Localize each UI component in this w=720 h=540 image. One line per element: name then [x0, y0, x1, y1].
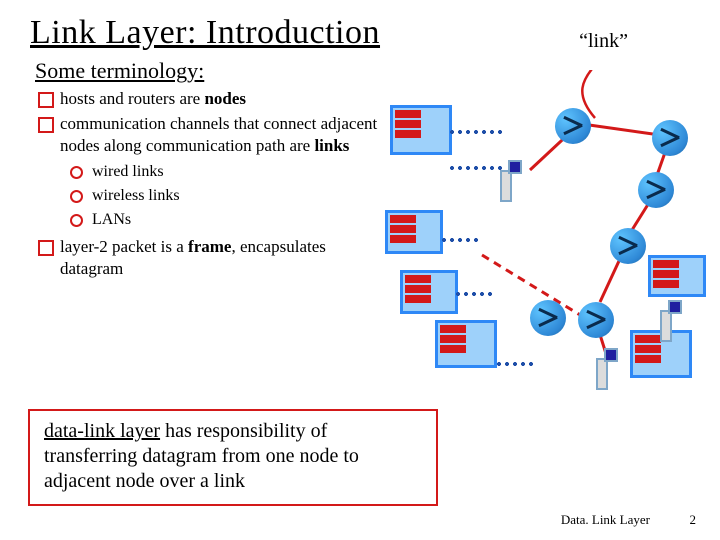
bullet-nodes: hosts and routers are nodes	[38, 88, 390, 110]
bullet-frame: layer-2 packet is a frame, encapsulates …	[38, 236, 390, 280]
network-diagram	[400, 70, 710, 390]
image-placeholder	[648, 255, 706, 297]
image-placeholder	[435, 320, 497, 368]
lan-bus	[448, 166, 503, 170]
callout-lead: data-link layer	[44, 420, 160, 442]
image-placeholder	[385, 210, 443, 254]
lan-bus	[448, 130, 503, 134]
image-placeholder	[390, 105, 452, 155]
image-placeholder	[400, 270, 458, 314]
router-icon	[555, 108, 591, 144]
callout-box: data-link layer has responsibility of tr…	[28, 409, 438, 506]
lan-bus	[454, 292, 492, 296]
bullet-frame-bold: frame	[188, 237, 231, 256]
bullet-nodes-text: hosts and routers are	[60, 89, 204, 108]
router-icon	[638, 172, 674, 208]
router-icon	[578, 302, 614, 338]
router-icon	[610, 228, 646, 264]
lan-bus	[440, 238, 478, 242]
subbullet-lans: LANs	[68, 208, 390, 232]
host-icon	[596, 348, 618, 390]
lan-bus	[495, 362, 535, 366]
footer-label: Data. Link Layer	[561, 512, 650, 528]
bullet-nodes-bold: nodes	[204, 89, 246, 108]
bullet-links: communication channels that connect adja…	[38, 113, 390, 233]
router-icon	[530, 300, 566, 336]
host-icon	[500, 160, 522, 202]
bullet-links-bold: links	[314, 136, 349, 155]
link-annotation-label: “link”	[579, 30, 628, 53]
footer-page-number: 2	[690, 512, 697, 528]
subbullet-wired: wired links	[68, 160, 390, 184]
bullet-frame-pre: layer-2 packet is a	[60, 237, 188, 256]
subbullet-wireless: wireless links	[68, 184, 390, 208]
terminology-list: hosts and routers are nodes communicatio…	[0, 88, 390, 283]
host-icon	[660, 300, 682, 342]
router-icon	[652, 120, 688, 156]
